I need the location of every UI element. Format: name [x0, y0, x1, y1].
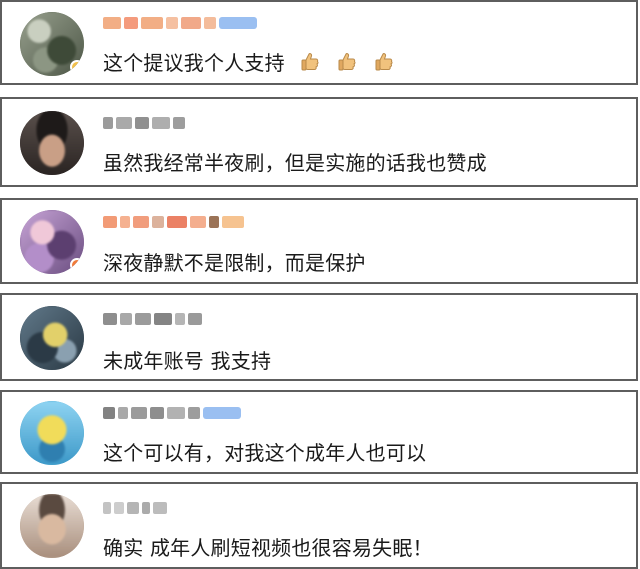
comment-text: 深夜静默不是限制，而是保护: [103, 251, 366, 275]
username[interactable]: [103, 213, 244, 231]
avatar[interactable]: [20, 12, 84, 76]
comment-card[interactable]: 未成年账号 我支持: [0, 293, 638, 381]
avatar[interactable]: [20, 210, 84, 274]
comment-card[interactable]: 虽然我经常半夜刷，但是实施的话我也赞成: [0, 97, 638, 187]
thumbs-up-icon: [373, 51, 395, 73]
avatar[interactable]: [20, 306, 84, 370]
thumbs-up-icon: [336, 51, 358, 73]
username[interactable]: [103, 499, 167, 517]
comment-text: 这个提议我个人支持: [103, 47, 395, 76]
comment-text: 这个可以有，对我这个成年人也可以: [103, 441, 427, 465]
status-badge-icon: [70, 258, 84, 272]
verified-badge-icon: [70, 60, 84, 74]
comment-list: 这个提议我个人支持 虽然我经常半夜刷，但是实施的话我也赞成 深夜静默不是限制，而…: [0, 0, 640, 569]
comment-card[interactable]: 这个可以有，对我这个成年人也可以: [0, 390, 638, 474]
thumbs-up-icon: [299, 51, 321, 73]
comment-text: 虽然我经常半夜刷，但是实施的话我也赞成: [103, 151, 487, 175]
comment-card[interactable]: 确实 成年人刷短视频也很容易失眠！: [0, 482, 638, 569]
avatar[interactable]: [20, 401, 84, 465]
vip-badge: [203, 407, 241, 419]
vip-badge: [219, 17, 257, 29]
username[interactable]: [103, 404, 241, 422]
username[interactable]: [103, 114, 185, 132]
username[interactable]: [103, 14, 257, 32]
comment-text: 确实 成年人刷短视频也很容易失眠！: [103, 536, 433, 560]
avatar[interactable]: [20, 494, 84, 558]
comment-card[interactable]: 深夜静默不是限制，而是保护: [0, 198, 638, 284]
avatar[interactable]: [20, 111, 84, 175]
comment-card[interactable]: 这个提议我个人支持: [0, 0, 638, 85]
username[interactable]: [103, 310, 202, 328]
comment-text: 未成年账号 我支持: [103, 349, 272, 373]
